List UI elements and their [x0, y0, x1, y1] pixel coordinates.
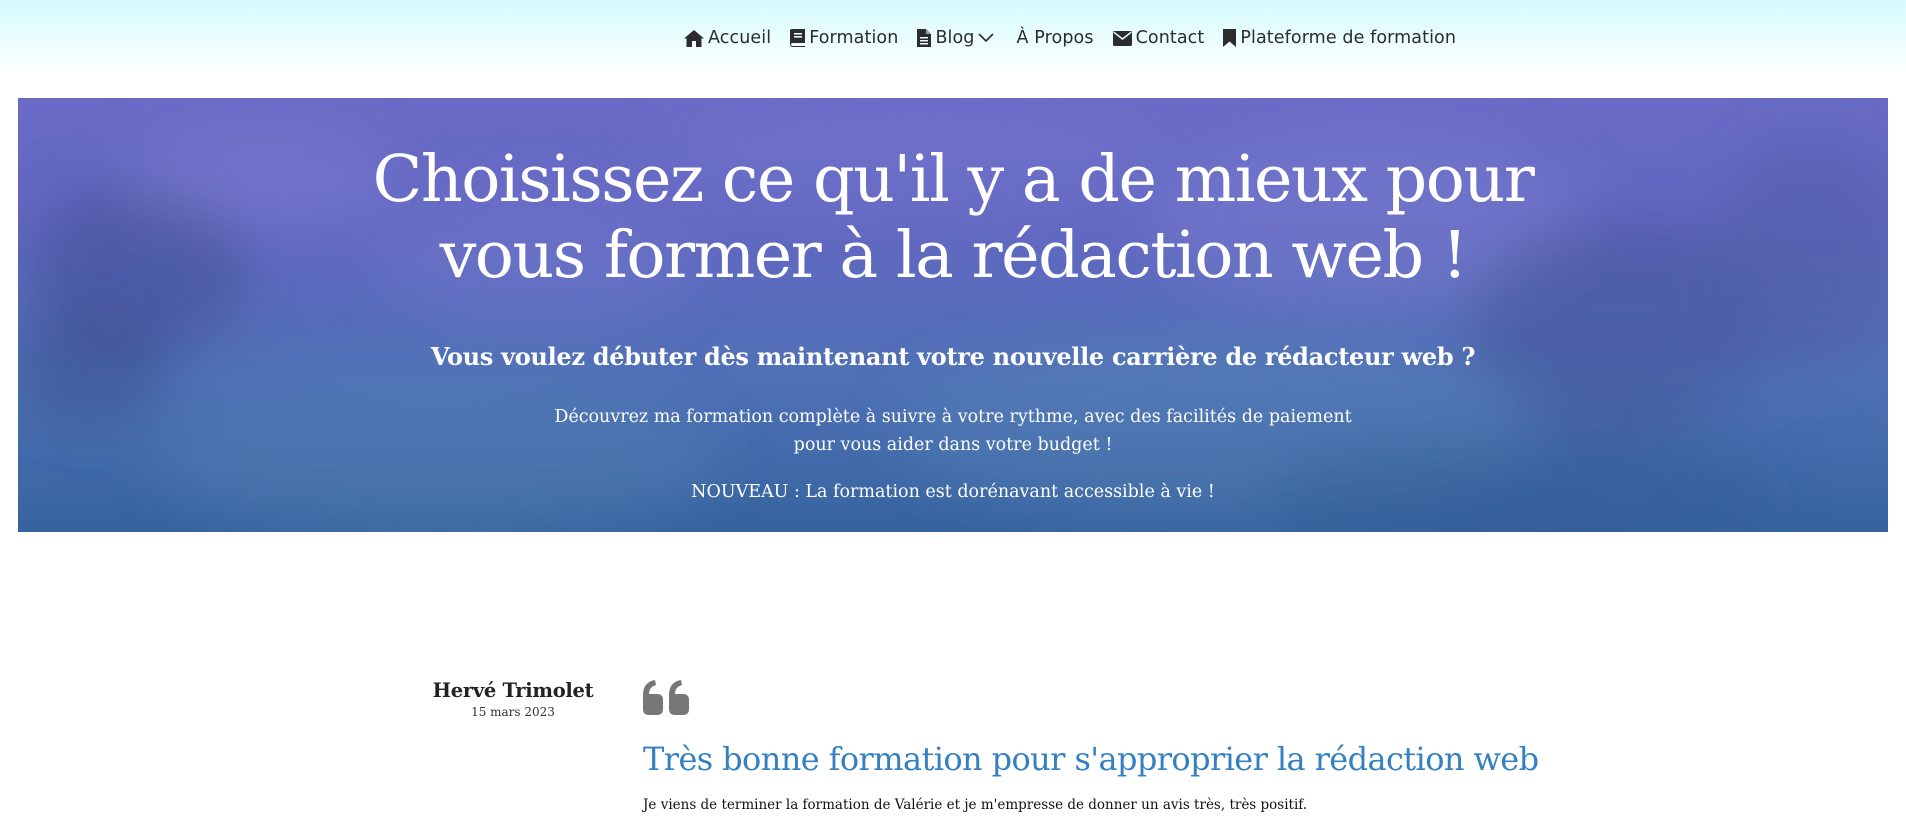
nav-item-blog[interactable]: Blog: [917, 28, 997, 48]
nav-label-a-propos: À Propos: [1016, 28, 1094, 48]
nav-item-accueil[interactable]: Accueil: [684, 28, 771, 48]
hero-banner: Choisissez ce qu'il y a de mieux pour vo…: [18, 98, 1888, 532]
testimonial-author: Hervé Trimolet 15 mars 2023: [430, 679, 596, 719]
review-title: Très bonne formation pour s'approprier l…: [643, 740, 1539, 778]
book-icon: [790, 29, 806, 47]
hero-title-line-2: vous former à la rédaction web !: [439, 218, 1468, 293]
review-date: 15 mars 2023: [471, 705, 555, 719]
envelope-icon: [1112, 30, 1132, 46]
hero-description-line-1: Découvrez ma formation complète à suivre…: [554, 407, 1352, 427]
nav-label-blog: Blog: [935, 28, 975, 48]
nav-item-contact[interactable]: Contact: [1112, 28, 1205, 48]
hero-title: Choisissez ce qu'il y a de mieux pour vo…: [18, 142, 1888, 294]
nav-label-accueil: Accueil: [708, 28, 772, 48]
quote-icon: [643, 680, 689, 715]
home-icon: [684, 29, 704, 47]
hero-title-line-1: Choisissez ce qu'il y a de mieux pour: [372, 142, 1535, 217]
hero-description-line-2: pour vous aider dans votre budget !: [793, 435, 1113, 455]
review-text: Je viens de terminer la formation de Val…: [643, 797, 1308, 813]
main-menu: Accueil Formation Blog À Propos Contact …: [684, 26, 1475, 50]
nav-label-plateforme: Plateforme de formation: [1240, 28, 1457, 48]
chevron-down-icon: [977, 33, 994, 43]
file-icon: [917, 29, 932, 47]
nav-item-formation[interactable]: Formation: [790, 28, 898, 48]
nav-item-plateforme[interactable]: Plateforme de formation: [1223, 28, 1456, 48]
nav-item-a-propos[interactable]: À Propos: [1017, 28, 1094, 48]
hero-subtitle: Vous voulez débuter dès maintenant votre…: [430, 342, 1476, 371]
nav-label-contact: Contact: [1135, 28, 1205, 48]
author-name: Hervé Trimolet: [432, 679, 594, 702]
hero-description: Découvrez ma formation complète à suivre…: [18, 403, 1888, 459]
top-navigation: Accueil Formation Blog À Propos Contact …: [0, 0, 1906, 76]
bookmark-icon: [1223, 29, 1237, 47]
nav-label-formation: Formation: [809, 28, 899, 48]
hero-new-notice: NOUVEAU : La formation est dorénavant ac…: [691, 482, 1215, 502]
